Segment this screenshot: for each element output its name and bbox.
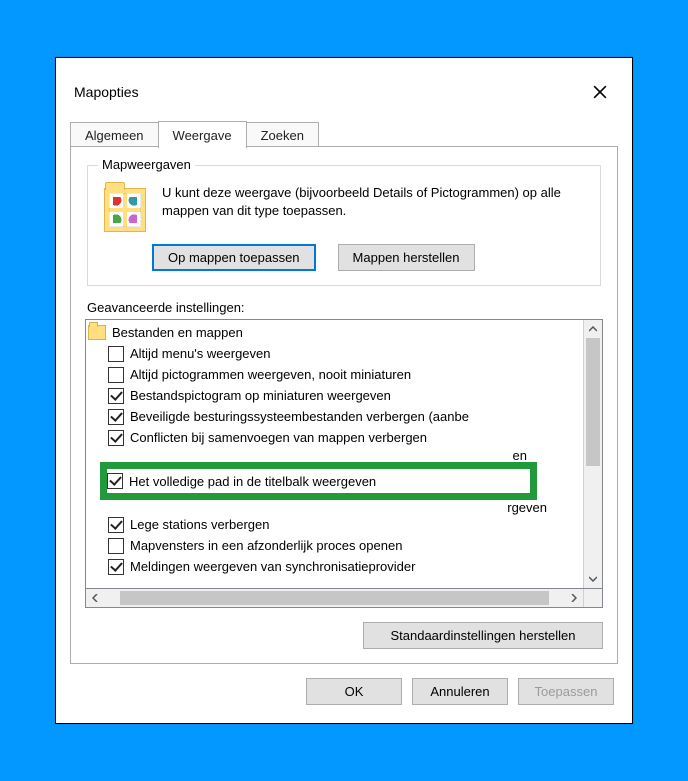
checkbox-checked-icon[interactable]: [108, 559, 124, 575]
vertical-scrollbar[interactable]: [583, 320, 602, 588]
scroll-down-button[interactable]: [584, 570, 602, 588]
advanced-settings-label: Geavanceerde instellingen:: [87, 300, 603, 315]
checkbox-checked-icon[interactable]: [108, 430, 124, 446]
chevron-up-icon: [589, 326, 597, 332]
tree-item-label: Beveiligde besturingssysteembestanden ve…: [130, 409, 469, 424]
tree-item-label: Conflicten bij samenvoegen van mappen ve…: [130, 430, 427, 445]
scrollbar-corner: [583, 589, 602, 607]
tree-item[interactable]: Mapvensters in een afzonderlijk proces o…: [86, 535, 583, 556]
folder-icon: [88, 325, 106, 340]
checkbox-unchecked-icon[interactable]: [108, 367, 124, 383]
tab-general[interactable]: Algemeen: [70, 122, 159, 149]
scroll-up-button[interactable]: [584, 320, 602, 338]
checkbox-checked-icon[interactable]: [108, 388, 124, 404]
checkbox-checked-icon[interactable]: [108, 517, 124, 533]
scroll-track[interactable]: [104, 589, 565, 607]
window-title: Mapopties: [74, 84, 139, 100]
tree-content: Bestanden en mappen Altijd menu's weerge…: [86, 320, 583, 588]
tree-item[interactable]: Beveiligde besturingssysteembestanden ve…: [86, 406, 583, 427]
tree-item-label: Bestandspictogram op miniaturen weergeve…: [130, 388, 391, 403]
tree-item[interactable]: Bestandspictogram op miniaturen weergeve…: [86, 385, 583, 406]
tree-root-files-folders[interactable]: Bestanden en mappen: [86, 322, 583, 343]
restore-defaults-button[interactable]: Standaardinstellingen herstellen: [363, 622, 603, 649]
tree-item[interactable]: Altijd menu's weergeven: [86, 343, 583, 364]
reset-folders-button[interactable]: Mappen herstellen: [338, 244, 475, 271]
chevron-right-icon: [571, 594, 577, 602]
tab-area: Algemeen Weergave Zoeken Mapweergaven U …: [56, 116, 632, 664]
checkbox-checked-icon[interactable]: [108, 409, 124, 425]
checkbox-checked-icon[interactable]: [107, 473, 123, 489]
folder-icon: [104, 188, 146, 232]
scroll-left-button[interactable]: [86, 589, 104, 607]
tab-strip: Algemeen Weergave Zoeken: [70, 120, 618, 147]
tree-item[interactable]: Conflicten bij samenvoegen van mappen ve…: [86, 427, 583, 448]
close-icon: [593, 85, 607, 99]
horizontal-scrollbar[interactable]: [85, 589, 603, 608]
groupbox-description: U kunt deze weergave (bijvoorbeeld Detai…: [162, 184, 588, 219]
tree-item-label: Mapvensters in een afzonderlijk proces o…: [130, 538, 402, 553]
advanced-settings-tree[interactable]: Bestanden en mappen Altijd menu's weerge…: [85, 319, 603, 589]
titlebar: Mapopties: [56, 58, 632, 116]
tree-item-label: rgeven: [507, 500, 547, 515]
scroll-thumb[interactable]: [586, 338, 600, 466]
tree-item[interactable]: Meldingen weergeven van synchronisatiepr…: [86, 556, 583, 577]
chevron-down-icon: [589, 576, 597, 582]
tree-root-label: Bestanden en mappen: [112, 325, 243, 340]
folder-options-dialog: Mapopties Algemeen Weergave Zoeken Mapwe…: [55, 57, 633, 724]
tree-item-label: Meldingen weergeven van synchronisatiepr…: [130, 559, 415, 574]
tab-panel-view: Mapweergaven U kunt deze weergave (bijvo…: [70, 146, 618, 664]
tab-view[interactable]: Weergave: [158, 121, 247, 148]
tree-item-highlighted[interactable]: Het volledige pad in de titelbalk weerge…: [100, 462, 537, 500]
tree-item-partial[interactable]: rgeven: [86, 500, 583, 514]
scroll-right-button[interactable]: [565, 589, 583, 607]
tree-item-label: Het volledige pad in de titelbalk weerge…: [129, 474, 376, 489]
apply-button[interactable]: Toepassen: [518, 678, 614, 705]
tree-item[interactable]: Altijd pictogrammen weergeven, nooit min…: [86, 364, 583, 385]
dialog-footer: OK Annuleren Toepassen: [56, 664, 632, 723]
tree-item-label: Altijd menu's weergeven: [130, 346, 271, 361]
tree-item-label: Lege stations verbergen: [130, 517, 269, 532]
tree-item-label: Altijd pictogrammen weergeven, nooit min…: [130, 367, 411, 382]
tree-item-partial[interactable]: en: [86, 448, 583, 462]
checkbox-unchecked-icon[interactable]: [108, 346, 124, 362]
close-button[interactable]: [580, 76, 620, 108]
tree-item[interactable]: Lege stations verbergen: [86, 514, 583, 535]
apply-to-folders-button[interactable]: Op mappen toepassen: [152, 244, 316, 271]
checkbox-unchecked-icon[interactable]: [108, 538, 124, 554]
tab-search[interactable]: Zoeken: [246, 122, 319, 149]
chevron-left-icon: [92, 594, 98, 602]
groupbox-legend: Mapweergaven: [98, 157, 195, 172]
scroll-thumb[interactable]: [120, 591, 549, 605]
tree-item-label: en: [513, 448, 527, 463]
cancel-button[interactable]: Annuleren: [412, 678, 508, 705]
ok-button[interactable]: OK: [306, 678, 402, 705]
scroll-track[interactable]: [584, 338, 602, 570]
folder-views-groupbox: Mapweergaven U kunt deze weergave (bijvo…: [87, 165, 601, 286]
